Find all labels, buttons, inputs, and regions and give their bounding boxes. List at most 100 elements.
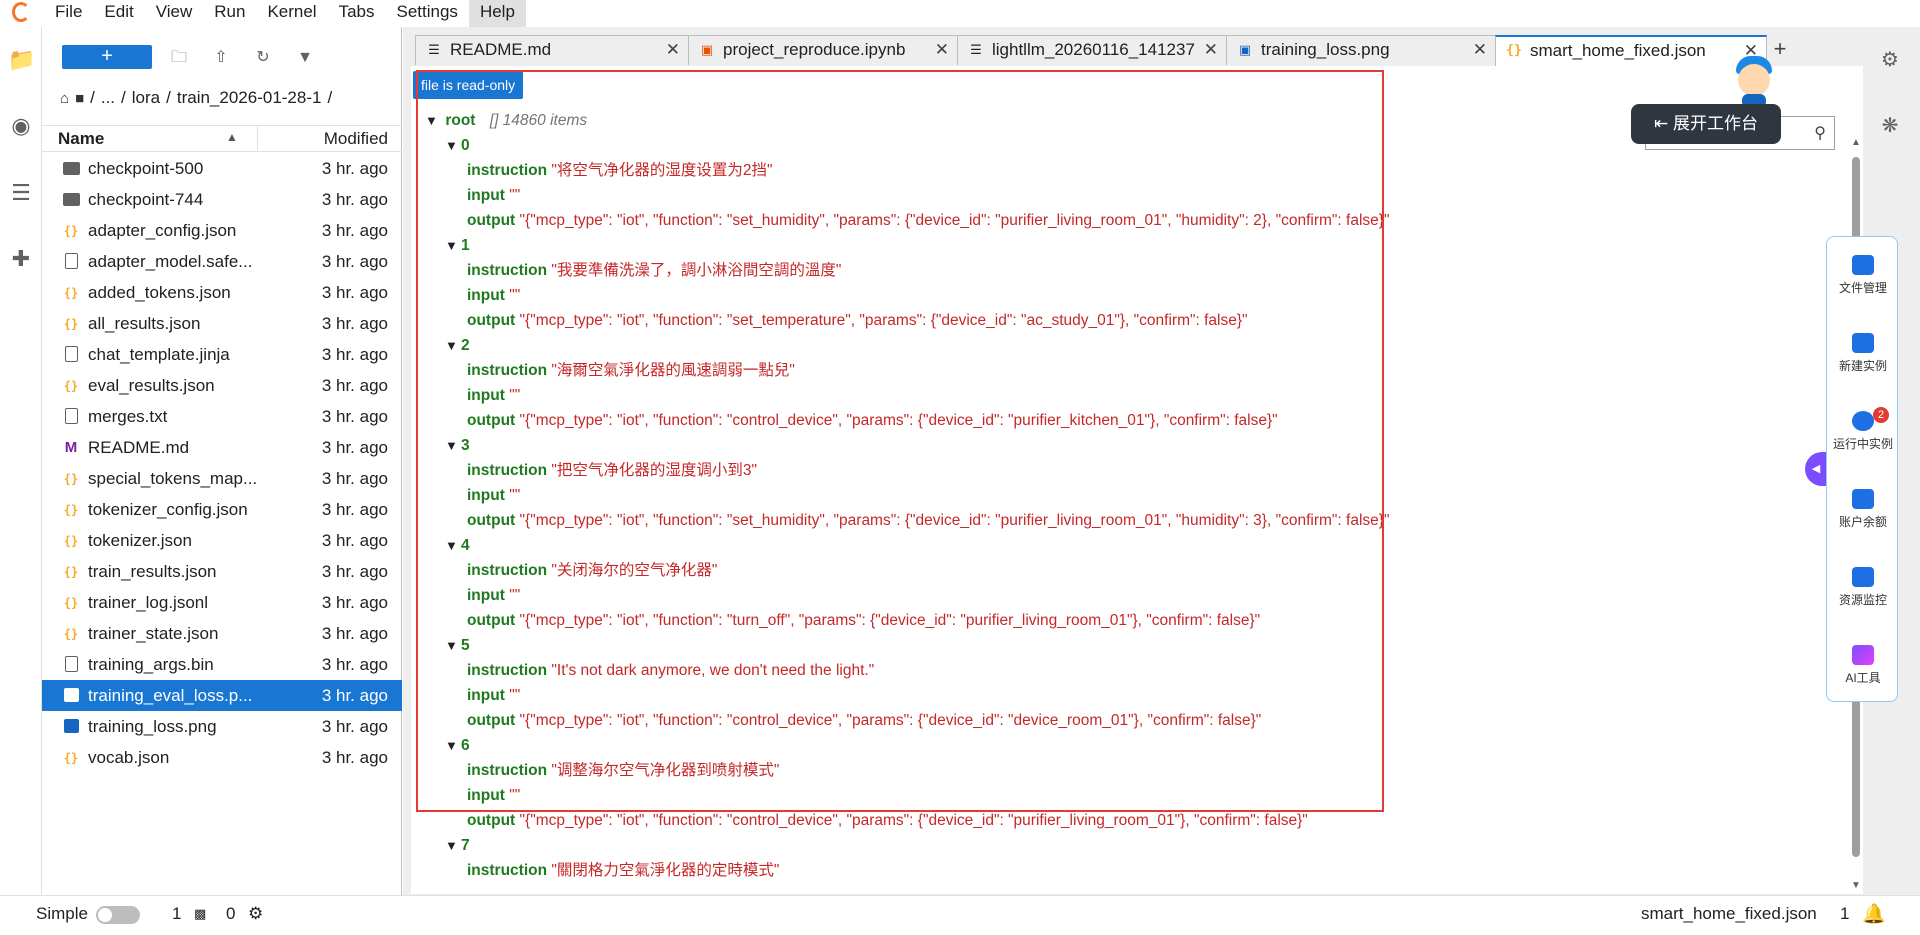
running-icon[interactable]: ◉ <box>8 113 34 139</box>
json-field-output[interactable]: output "{"mcp_type": "iot", "function": … <box>467 708 1261 733</box>
close-icon[interactable]: ✕ <box>666 36 680 64</box>
toc-icon[interactable]: ☰ <box>8 180 34 206</box>
json-record-row[interactable]: ▼ 1 <box>445 233 470 258</box>
menu-file[interactable]: File <box>44 0 93 27</box>
json-field-input[interactable]: input "" <box>467 783 520 808</box>
file-row[interactable]: chat_template.jinja 3 hr. ago <box>42 339 402 370</box>
json-field-input[interactable]: input "" <box>467 583 520 608</box>
tab-readme[interactable]: ☰ README.md ✕ <box>415 35 689 65</box>
search-icon[interactable]: ⚲ <box>1814 123 1826 143</box>
json-field-input[interactable]: input "" <box>467 383 520 408</box>
collapse-caret-icon[interactable]: ▼ <box>445 833 461 858</box>
menu-tabs[interactable]: Tabs <box>328 0 386 27</box>
scroll-up-icon[interactable]: ▲ <box>1849 137 1863 148</box>
file-row[interactable]: training_eval_loss.p... 3 hr. ago <box>42 680 402 711</box>
file-row[interactable]: {} vocab.json 3 hr. ago <box>42 742 402 773</box>
close-icon[interactable]: ✕ <box>1473 36 1487 64</box>
json-record-row[interactable]: ▼ 2 <box>445 333 470 358</box>
json-field-instruction[interactable]: instruction "关闭海尔的空气净化器" <box>467 558 717 583</box>
tab-lightllm-log[interactable]: ☰ lightllm_20260116_141237 ✕ <box>957 35 1227 65</box>
tab-training-loss[interactable]: ▣ training_loss.png ✕ <box>1226 35 1496 65</box>
file-row[interactable]: {} adapter_config.json 3 hr. ago <box>42 215 402 246</box>
json-field-output[interactable]: output "{"mcp_type": "iot", "function": … <box>467 408 1278 433</box>
file-row[interactable]: adapter_model.safe... 3 hr. ago <box>42 246 402 277</box>
bell-icon[interactable]: 🔔 <box>1862 902 1886 926</box>
tab-project-reproduce[interactable]: ▣ project_reproduce.ipynb ✕ <box>688 35 958 65</box>
collapse-caret-icon[interactable]: ▼ <box>445 133 461 158</box>
refresh-icon[interactable]: ↻ <box>252 47 274 69</box>
json-field-instruction[interactable]: instruction "把空气净化器的湿度调小到3" <box>467 458 757 483</box>
json-field-input[interactable]: input "" <box>467 283 520 308</box>
new-folder-icon[interactable]: 🗀 <box>168 47 190 69</box>
terminal-count[interactable]: 1 <box>172 904 181 924</box>
ai-tools-item[interactable]: AI工具 <box>1827 645 1899 686</box>
json-field-instruction[interactable]: instruction "It's not dark anymore, we d… <box>467 658 874 683</box>
expand-workbench-button[interactable]: ⇤ 展开工作台 <box>1631 104 1781 144</box>
folder-icon[interactable]: 📁 <box>8 47 35 73</box>
account-balance-item[interactable]: 账户余额 <box>1827 489 1899 530</box>
json-field-instruction[interactable]: instruction "将空气净化器的湿度设置为2挡" <box>467 158 773 183</box>
menu-run[interactable]: Run <box>203 0 256 27</box>
json-tree-viewer[interactable]: ▼ root [] 14860 items ▼ 0 instruction "将空气… <box>411 108 1851 894</box>
json-record-row[interactable]: ▼ 3 <box>445 433 470 458</box>
name-column-header[interactable]: Name <box>58 129 104 149</box>
file-row[interactable]: {} trainer_state.json 3 hr. ago <box>42 618 402 649</box>
collapse-caret-icon[interactable]: ▼ <box>445 633 461 658</box>
folder-icon[interactable]: ■ <box>75 90 84 107</box>
json-field-input[interactable]: input "" <box>467 683 520 708</box>
json-field-output[interactable]: output "{"mcp_type": "iot", "function": … <box>467 608 1260 633</box>
file-row[interactable]: {} special_tokens_map... 3 hr. ago <box>42 463 402 494</box>
running-instance-item[interactable]: 2 运行中实例 <box>1827 407 1899 452</box>
filter-icon[interactable]: ▼ <box>294 47 316 69</box>
file-manage-item[interactable]: 文件管理 <box>1827 255 1899 296</box>
collapse-caret-icon[interactable]: ▼ <box>425 108 441 133</box>
json-record-row[interactable]: ▼ 5 <box>445 633 470 658</box>
new-instance-item[interactable]: 新建实例 <box>1827 333 1899 374</box>
json-record-row[interactable]: ▼ 0 <box>445 133 470 158</box>
json-field-output[interactable]: output "{"mcp_type": "iot", "function": … <box>467 808 1308 833</box>
json-field-output[interactable]: output "{"mcp_type": "iot", "function": … <box>467 208 1389 233</box>
home-icon[interactable]: ⌂ <box>60 90 69 107</box>
new-launcher-button[interactable]: + <box>62 45 152 69</box>
json-field-instruction[interactable]: instruction "调整海尔空气净化器到喷射模式" <box>467 758 779 783</box>
json-field-instruction[interactable]: instruction "我要準備洗澡了，調小淋浴間空調的溫度" <box>467 258 841 283</box>
breadcrumb-train-folder[interactable]: train_2026-01-28-1 <box>177 88 322 108</box>
file-row[interactable]: training_loss.png 3 hr. ago <box>42 711 402 742</box>
file-row[interactable]: merges.txt 3 hr. ago <box>42 401 402 432</box>
file-row[interactable]: training_args.bin 3 hr. ago <box>42 649 402 680</box>
file-row[interactable]: {} tokenizer.json 3 hr. ago <box>42 525 402 556</box>
json-field-input[interactable]: input "" <box>467 183 520 208</box>
json-field-instruction[interactable]: instruction "海爾空氣淨化器的風速調弱一點兒" <box>467 358 795 383</box>
assistant-mascot-icon[interactable] <box>1732 50 1776 108</box>
file-row[interactable]: {} eval_results.json 3 hr. ago <box>42 370 402 401</box>
modified-column-header[interactable]: Modified <box>324 129 388 149</box>
collapse-caret-icon[interactable]: ▼ <box>445 733 461 758</box>
file-row[interactable]: {} tokenizer_config.json 3 hr. ago <box>42 494 402 525</box>
collapse-caret-icon[interactable]: ▼ <box>445 533 461 558</box>
json-field-output[interactable]: output "{"mcp_type": "iot", "function": … <box>467 308 1248 333</box>
json-field-instruction[interactable]: instruction "關閉格力空氣淨化器的定時模式" <box>467 858 779 883</box>
menu-settings[interactable]: Settings <box>386 0 469 27</box>
extension-icon[interactable]: ✚ <box>8 246 34 272</box>
menu-kernel[interactable]: Kernel <box>256 0 327 27</box>
resource-monitor-item[interactable]: 资源监控 <box>1827 567 1899 608</box>
scroll-down-icon[interactable]: ▼ <box>1849 880 1863 891</box>
gear-icon[interactable]: ⚙ <box>1878 48 1902 72</box>
tab-smart-home-json[interactable]: {} smart_home_fixed.json ✕ <box>1495 35 1767 66</box>
kernel-count[interactable]: 0 <box>226 904 235 924</box>
upload-icon[interactable]: ⇧ <box>210 47 232 69</box>
json-field-output[interactable]: output "{"mcp_type": "iot", "function": … <box>467 508 1389 533</box>
simple-mode-toggle[interactable] <box>96 906 140 924</box>
json-record-row[interactable]: ▼ 4 <box>445 533 470 558</box>
menu-edit[interactable]: Edit <box>93 0 144 27</box>
file-row[interactable]: {} all_results.json 3 hr. ago <box>42 308 402 339</box>
breadcrumb-ellipsis[interactable]: ... <box>101 88 115 108</box>
json-root-row[interactable]: ▼ root [] 14860 items <box>425 108 587 133</box>
json-record-row[interactable]: ▼ 7 <box>445 833 470 858</box>
close-icon[interactable]: ✕ <box>1204 36 1218 64</box>
json-record-row[interactable]: ▼ 6 <box>445 733 470 758</box>
collapse-caret-icon[interactable]: ▼ <box>445 233 461 258</box>
collapse-caret-icon[interactable]: ▼ <box>445 333 461 358</box>
file-row[interactable]: checkpoint-500 3 hr. ago <box>42 153 402 184</box>
menu-view[interactable]: View <box>145 0 204 27</box>
